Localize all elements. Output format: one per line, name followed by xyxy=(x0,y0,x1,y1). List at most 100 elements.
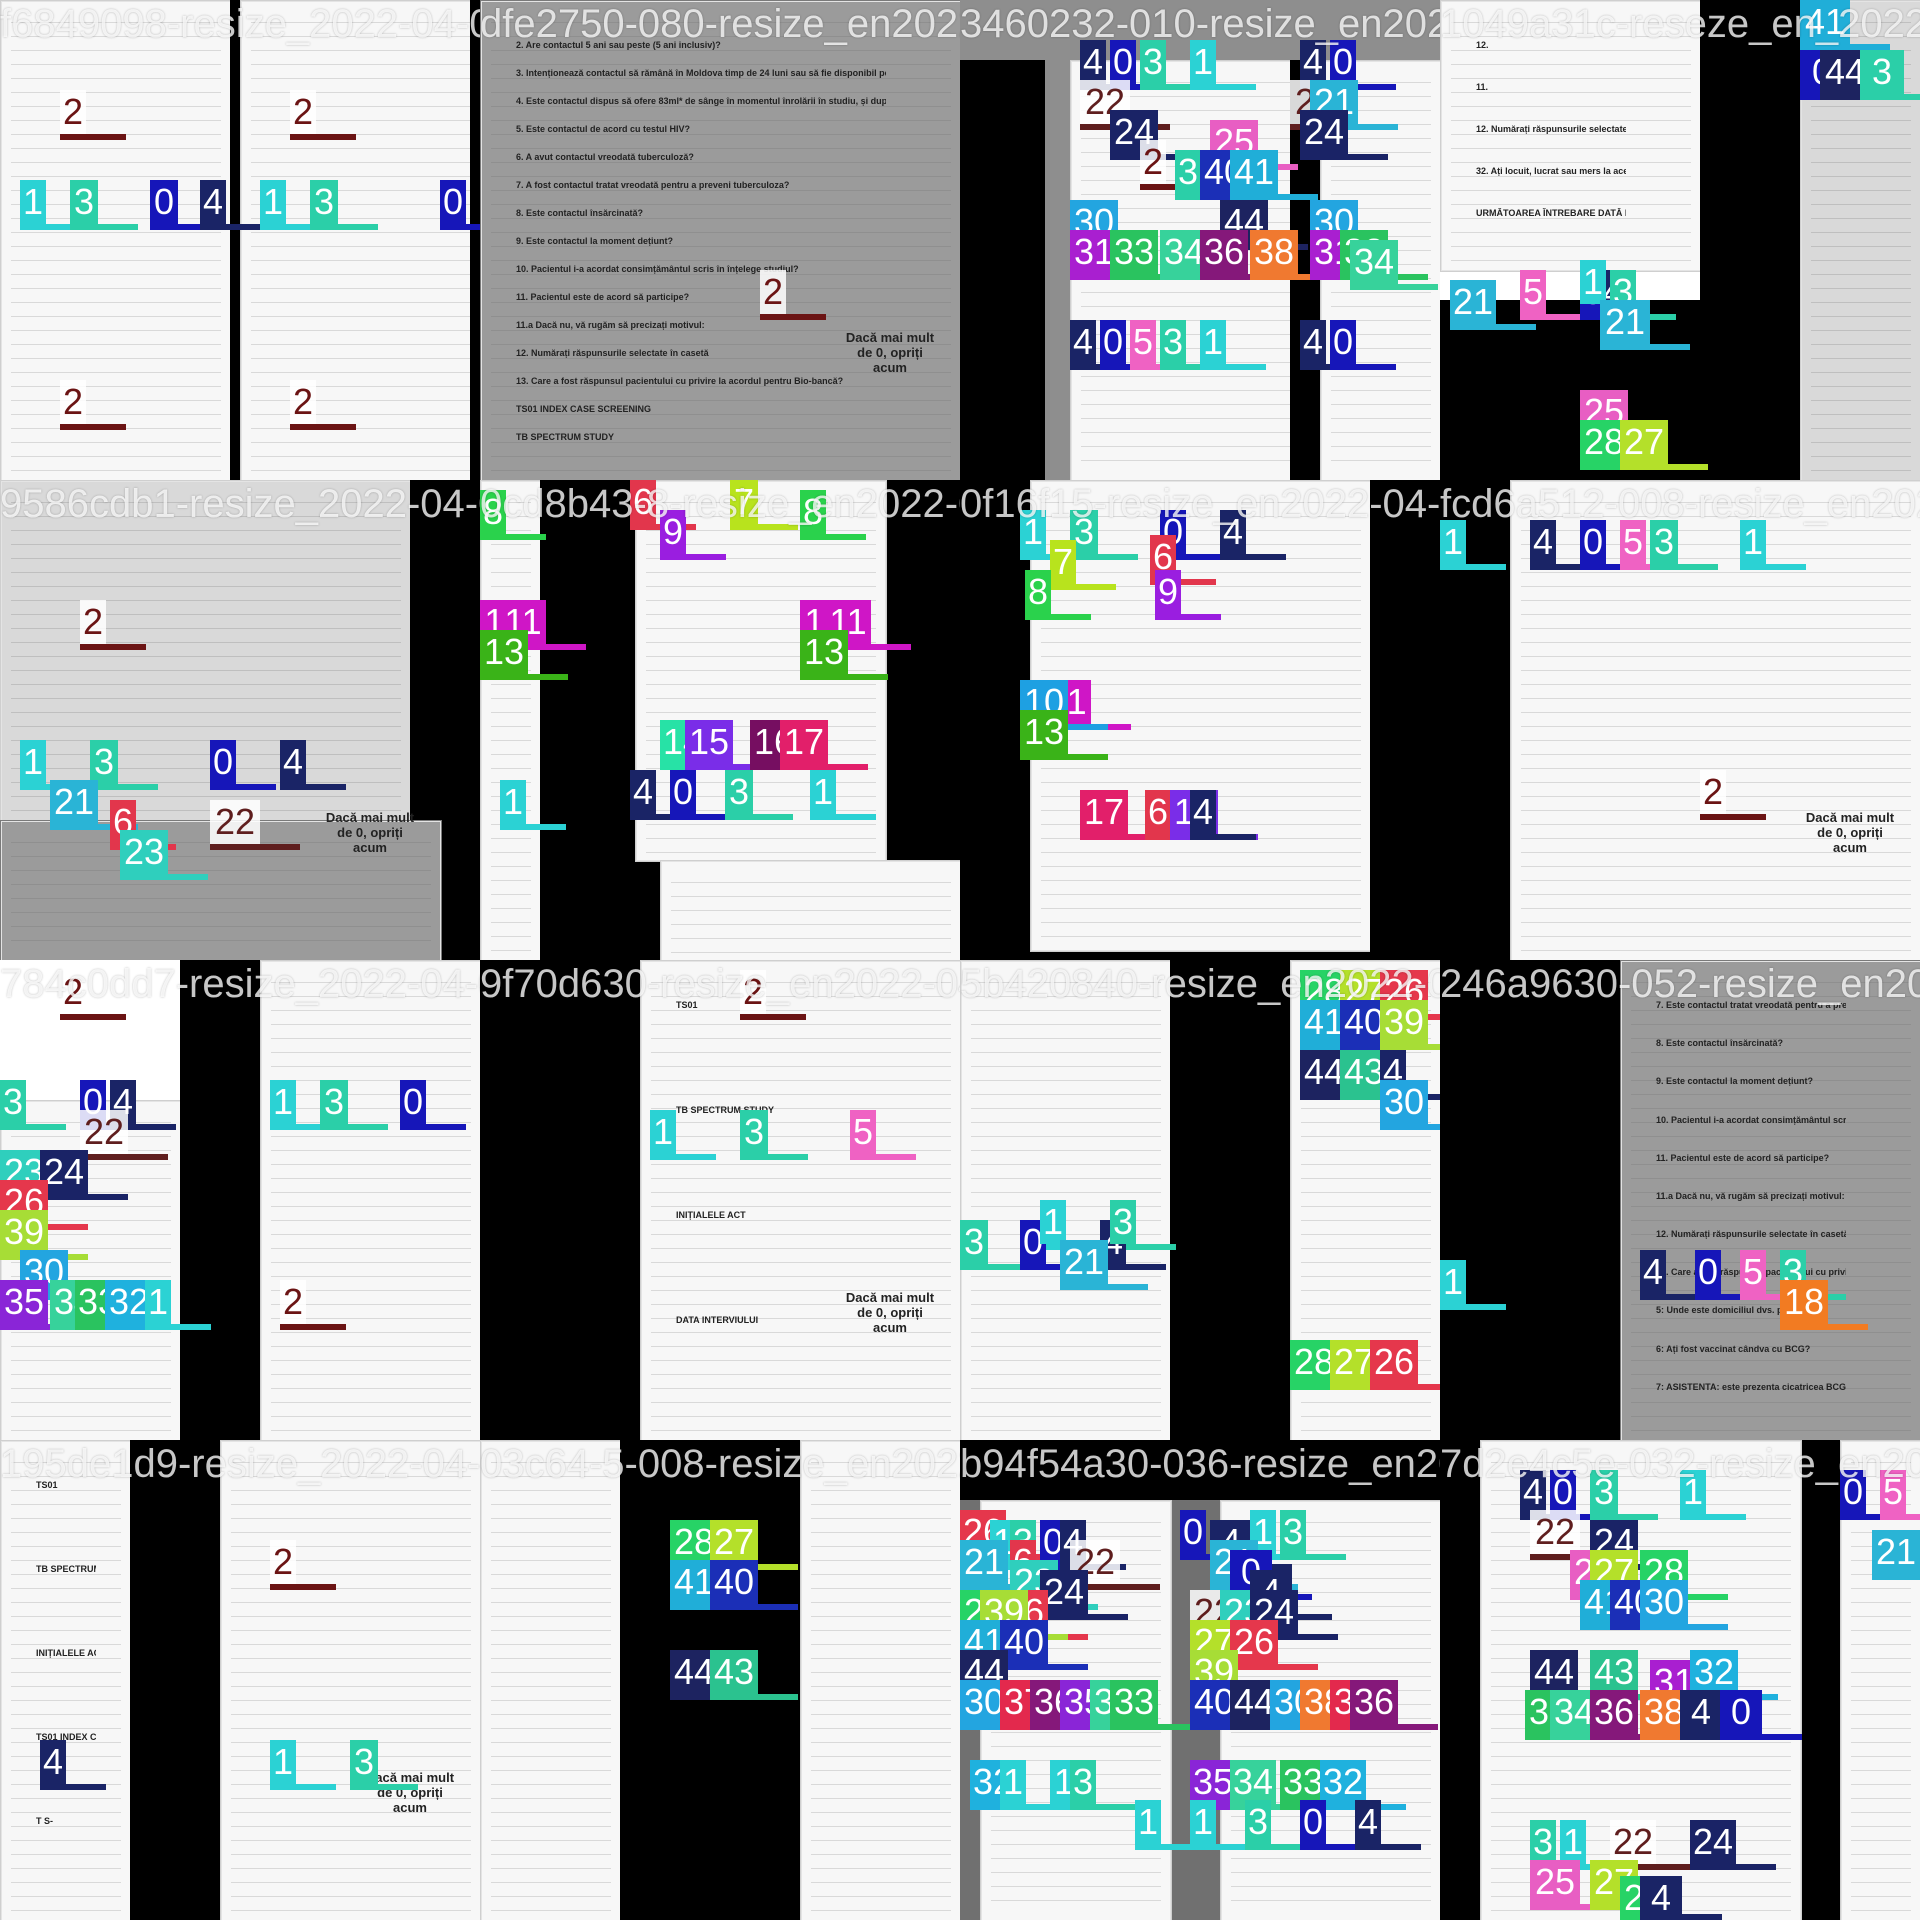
annotation-label: 0 xyxy=(1580,520,1606,564)
annotation-label: 22 xyxy=(210,800,260,844)
annotation-label: 0 xyxy=(1330,40,1356,84)
image-tile: 2. Are contactul 5 ani sau peste (5 ani … xyxy=(480,0,960,480)
annotation-underline xyxy=(710,1694,798,1700)
annotation-label: 30 xyxy=(1380,1080,1428,1124)
annotation-label: 13 xyxy=(800,630,848,674)
annotation-underline xyxy=(1380,1124,1440,1130)
annotation-label: 13 xyxy=(1020,710,1068,754)
annotation-underline xyxy=(1440,564,1506,570)
annotation-underline xyxy=(270,1784,336,1790)
form-question-text: 6. A avut contactul vreodată tuberculoză… xyxy=(516,152,694,162)
form-question-text: 8. Este contactul însărcinată? xyxy=(516,208,644,218)
form-text-lines xyxy=(671,869,951,953)
annotation-label: 6 xyxy=(1145,790,1171,834)
image-grid: 1 3 0 4 2 2 2 2 1 3 0 f6849098-resize_2022-04-07 2. … xyxy=(0,0,1920,1920)
annotation-underline xyxy=(1110,1724,1198,1730)
scanned-form-page xyxy=(640,960,960,1440)
annotation-label: 1 xyxy=(1020,510,1046,554)
annotation-label: 1 xyxy=(1440,1260,1466,1304)
annotation-label: 2 xyxy=(60,380,86,424)
scanned-form-page xyxy=(960,960,1172,1440)
annotation-label: 4 xyxy=(1220,510,1246,554)
annotation-label: 4 xyxy=(1520,1470,1546,1514)
annotation-label: 5 xyxy=(850,1110,876,1154)
form-text-lines xyxy=(491,489,531,953)
annotation-label: 3 xyxy=(0,1080,26,1124)
scanned-form-page xyxy=(240,0,480,480)
annotation-label: 39 xyxy=(0,1210,48,1254)
annotation-label: 3 xyxy=(350,1740,378,1784)
annotation-label: 4 xyxy=(200,180,226,224)
annotation-underline xyxy=(1060,1284,1148,1290)
annotation-underline xyxy=(280,784,346,790)
annotation-label: 3 xyxy=(740,1110,768,1154)
form-question-text: 2. Are contactul 5 ani sau peste (5 ani … xyxy=(516,40,721,50)
annotation-label: 34 xyxy=(1230,1760,1276,1804)
image-tile: 1 3 0 4 2 2 2 2 1 3 0 f6849098-resize_2022-04-07 xyxy=(0,0,480,480)
annotation-label: 15 xyxy=(685,720,733,764)
annotation-label: 38 xyxy=(1250,230,1298,274)
annotation-underline xyxy=(1050,584,1116,590)
form-question-text: 7. A fost contactul tratat vreodată pent… xyxy=(516,180,790,190)
annotation-underline xyxy=(1200,364,1266,370)
annotation-label: 1 xyxy=(1190,1800,1216,1844)
annotation-underline xyxy=(1700,814,1766,820)
form-question-text: 8. Este contactul însărcinată? xyxy=(1656,1038,1784,1049)
annotation-label: 21 xyxy=(1872,1530,1920,1574)
annotation-underline xyxy=(210,784,276,790)
black-region xyxy=(230,0,240,480)
annotation-underline xyxy=(1330,364,1396,370)
form-text-lines xyxy=(11,9,221,473)
annotation-label: 1 xyxy=(1135,1800,1161,1844)
annotation-underline xyxy=(1600,344,1690,350)
scanned-form-page xyxy=(480,480,542,960)
annotation-label: 0 xyxy=(210,740,236,784)
annotation-label: 2 xyxy=(290,90,316,134)
annotation-underline xyxy=(1220,554,1286,560)
annotation-label: 7 xyxy=(730,480,758,524)
annotation-underline xyxy=(440,224,480,230)
annotation-underline xyxy=(740,1154,808,1160)
scanned-form-page xyxy=(0,1440,132,1920)
black-region xyxy=(470,0,480,480)
annotation-label: 5 xyxy=(1130,320,1156,364)
annotation-label: 21 xyxy=(50,780,98,824)
image-tile: 4031222425234041443031333436384053140222… xyxy=(960,0,1440,480)
scanned-form-page xyxy=(260,960,480,1440)
annotation-underline xyxy=(1100,1264,1166,1270)
annotation-label: 24 xyxy=(1300,110,1348,154)
annotation-underline xyxy=(120,874,208,880)
annotation-underline xyxy=(1350,284,1438,290)
annotation-underline xyxy=(1000,1664,1088,1670)
form-question-text: 11. Pacientul este de acord să participe… xyxy=(516,292,690,302)
annotation-underline xyxy=(740,1014,806,1020)
annotation-label: 22 xyxy=(80,1110,128,1154)
form-question-text: T S- xyxy=(36,1816,53,1826)
form-question-text: TS01 xyxy=(676,1000,698,1010)
stop-note: Dacă mai mult de 0, opriți acum xyxy=(845,1290,935,1335)
annotation-label: 33 xyxy=(1110,230,1158,274)
annotation-label: 21 xyxy=(1060,1240,1108,1284)
black-region xyxy=(180,960,260,1440)
scanned-form-page xyxy=(660,860,960,960)
annotation-underline xyxy=(0,1124,66,1130)
annotation-label: 13 xyxy=(480,630,528,674)
form-question-text: 12. Numărați răspunsurile selectate în c… xyxy=(516,348,709,358)
annotation-label: 2 xyxy=(60,970,86,1014)
annotation-label: 3 xyxy=(1140,40,1166,84)
annotation-label: 5 xyxy=(1740,1250,1766,1294)
form-text-lines xyxy=(231,1449,471,1913)
annotation-underline xyxy=(660,554,726,560)
annotation-label: 17 xyxy=(780,720,828,764)
annotation-underline xyxy=(1620,464,1708,470)
form-question-text: 12. xyxy=(1476,40,1489,50)
annotation-label: 21 xyxy=(960,1540,1008,1584)
annotation-underline xyxy=(1070,554,1138,560)
annotation-underline xyxy=(290,424,356,430)
annotation-label: 9 xyxy=(660,510,686,554)
annotation-label: 5 xyxy=(1880,1470,1906,1514)
annotation-label: 2 xyxy=(80,600,106,644)
annotation-label: 21 xyxy=(1450,280,1496,324)
form-question-text: 9. Este contactul la moment dețiunt? xyxy=(1656,1076,1814,1087)
annotation-underline xyxy=(210,844,300,850)
